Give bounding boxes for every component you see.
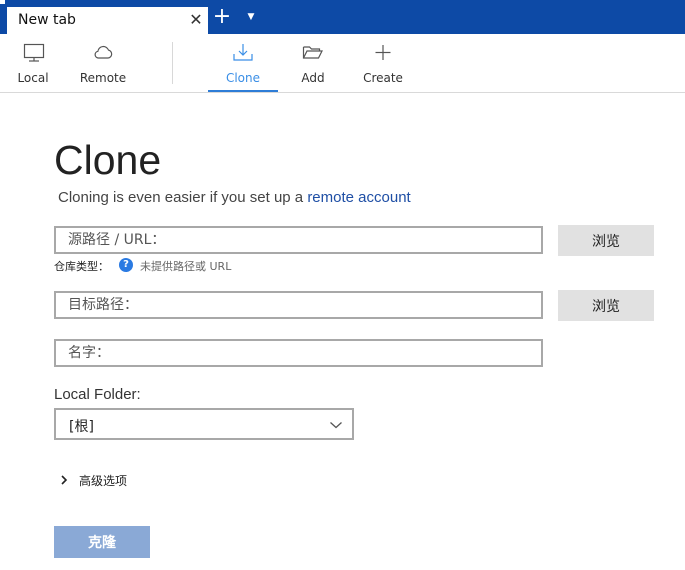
remote-account-link[interactable]: remote account xyxy=(307,189,410,206)
close-tab-icon[interactable]: ✕ xyxy=(188,11,204,29)
toolbar-clone-button[interactable]: Clone xyxy=(208,34,278,92)
browse-source-button[interactable]: 浏览 xyxy=(558,225,654,256)
toolbar-local-button[interactable]: Local xyxy=(12,34,54,92)
tab-new-tab[interactable]: New tab ✕ xyxy=(7,7,208,34)
toolbar-add-label: Add xyxy=(301,71,325,85)
tab-title: New tab xyxy=(18,12,76,28)
local-folder-select[interactable]: [根] xyxy=(54,408,354,440)
tab-menu-dropdown-icon[interactable]: ▼ xyxy=(244,10,258,24)
monitor-icon xyxy=(23,43,45,62)
download-icon xyxy=(233,44,253,61)
toolbar-local-label: Local xyxy=(17,71,49,85)
subtitle-text: Cloning is even easier if you set up a xyxy=(58,189,308,206)
cloud-icon xyxy=(94,45,113,59)
clone-button[interactable]: 克隆 xyxy=(54,526,150,558)
toolbar-remote-button[interactable]: Remote xyxy=(76,34,130,92)
plus-icon xyxy=(375,45,391,60)
page-title: Clone xyxy=(54,137,162,183)
chevron-down-icon xyxy=(330,422,342,429)
toolbar-create-button[interactable]: Create xyxy=(360,34,406,92)
destination-path-input[interactable] xyxy=(54,291,543,319)
folder-icon xyxy=(302,46,323,59)
window-corner-mark xyxy=(0,0,5,4)
repo-type-hint: 未提供路径或 URL xyxy=(140,260,232,273)
toolbar-clone-label: Clone xyxy=(225,71,261,85)
page-subtitle: Cloning is even easier if you set up a r… xyxy=(58,189,411,206)
browse-destination-button[interactable]: 浏览 xyxy=(558,290,654,321)
title-bar: New tab ✕ + ▼ xyxy=(0,0,685,34)
toolbar-remote-label: Remote xyxy=(79,71,127,85)
toolbar-add-button[interactable]: Add xyxy=(292,34,334,92)
repo-type-label: 仓库类型： xyxy=(54,260,109,273)
toolbar-create-label: Create xyxy=(363,71,403,85)
toolbar: Local Remote Clone Add Create xyxy=(0,34,685,93)
toolbar-separator xyxy=(172,42,173,84)
local-folder-label: Local Folder: xyxy=(54,386,141,403)
source-url-input[interactable] xyxy=(54,226,543,254)
advanced-options-label: 高级选项 xyxy=(79,474,128,488)
local-folder-value: [根] xyxy=(69,419,94,435)
chevron-right-icon xyxy=(61,475,68,485)
new-tab-plus-icon[interactable]: + xyxy=(212,6,232,28)
name-input[interactable] xyxy=(54,339,543,367)
help-icon[interactable]: ? xyxy=(119,258,133,272)
